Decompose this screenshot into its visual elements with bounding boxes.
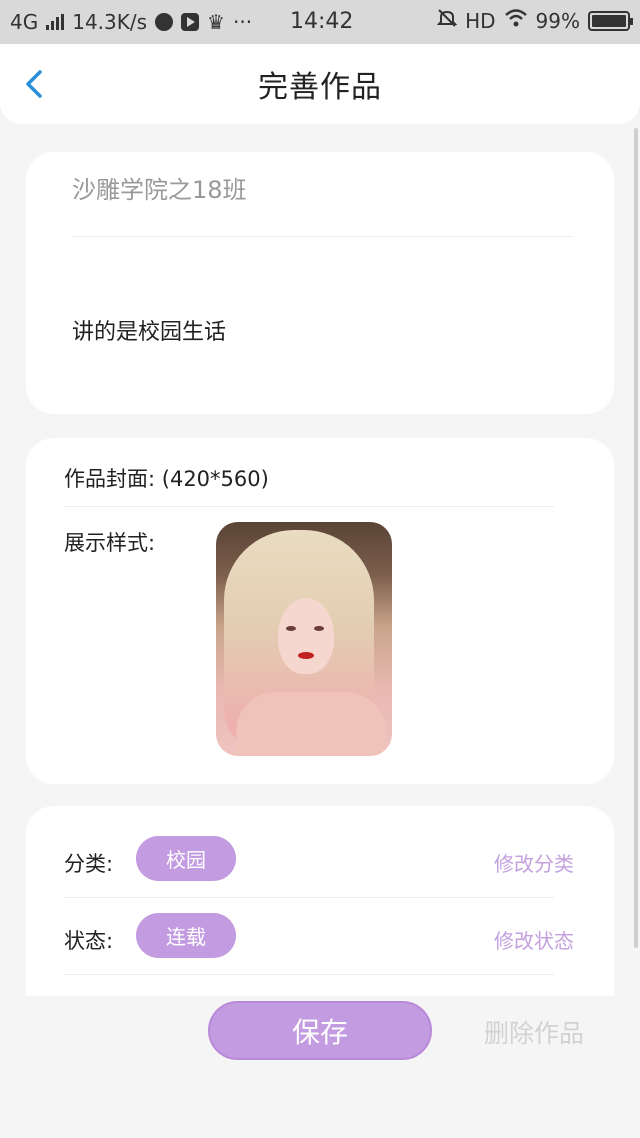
status-pill[interactable]: 连载 <box>136 913 236 958</box>
page-title: 完善作品 <box>258 70 382 105</box>
chevron-left-icon <box>26 70 42 98</box>
wifi-icon <box>504 8 528 33</box>
category-pill[interactable]: 校园 <box>136 836 236 881</box>
cover-label-row: 作品封面: (420*560) <box>64 463 269 493</box>
cover-eye <box>314 626 324 631</box>
app-notification-icon <box>155 13 174 31</box>
cover-eye <box>286 626 296 631</box>
status-right: HD 99% <box>436 8 633 33</box>
divider <box>64 974 554 975</box>
battery-percent: 99% <box>535 8 580 33</box>
work-title-input[interactable]: 沙雕学院之18班 <box>72 170 552 205</box>
mute-icon <box>436 8 458 33</box>
play-icon <box>181 13 200 31</box>
divider <box>72 236 572 237</box>
display-style-label: 展示样式: <box>64 531 156 555</box>
divider <box>64 897 554 898</box>
clock: 14:42 <box>290 9 354 34</box>
category-label: 分类: <box>64 852 114 876</box>
status-bar: 4G 14.3K/s ♛ ··· 14:42 HD 99% <box>0 0 640 44</box>
save-button[interactable]: 保存 <box>208 1001 432 1060</box>
back-button[interactable] <box>18 66 54 102</box>
hd-label: HD <box>465 8 496 33</box>
status-label: 状态: <box>64 929 114 953</box>
cover-sweater <box>236 692 386 756</box>
cover-label: 作品封面: <box>64 467 156 491</box>
cover-card: 作品封面: (420*560) 展示样式: <box>26 438 614 784</box>
cover-lips <box>298 652 314 659</box>
edit-status-link[interactable]: 修改状态 <box>494 925 574 954</box>
work-info-card: 沙雕学院之18班 讲的是校园生话 <box>26 152 614 414</box>
battery-icon <box>588 10 633 31</box>
edit-category-link[interactable]: 修改分类 <box>494 848 574 877</box>
cover-image[interactable] <box>216 522 392 756</box>
scrollbar[interactable] <box>634 128 638 948</box>
crown-icon: ♛ <box>207 10 225 34</box>
delete-work-button[interactable]: 删除作品 <box>484 1014 584 1050</box>
network-type: 4G <box>10 10 39 34</box>
nav-bar: 完善作品 <box>0 44 640 124</box>
cover-size-hint: (420*560) <box>161 467 269 491</box>
signal-icon <box>46 14 65 30</box>
divider <box>64 506 554 507</box>
more-notifications: ··· <box>232 10 253 34</box>
meta-card: 分类: 校园 修改分类 状态: 连载 修改状态 <box>26 806 614 996</box>
status-left: 4G 14.3K/s ♛ ··· <box>10 10 252 34</box>
work-description-input[interactable]: 讲的是校园生话 <box>72 314 226 346</box>
cover-face <box>278 598 334 674</box>
network-speed: 14.3K/s <box>72 10 148 34</box>
